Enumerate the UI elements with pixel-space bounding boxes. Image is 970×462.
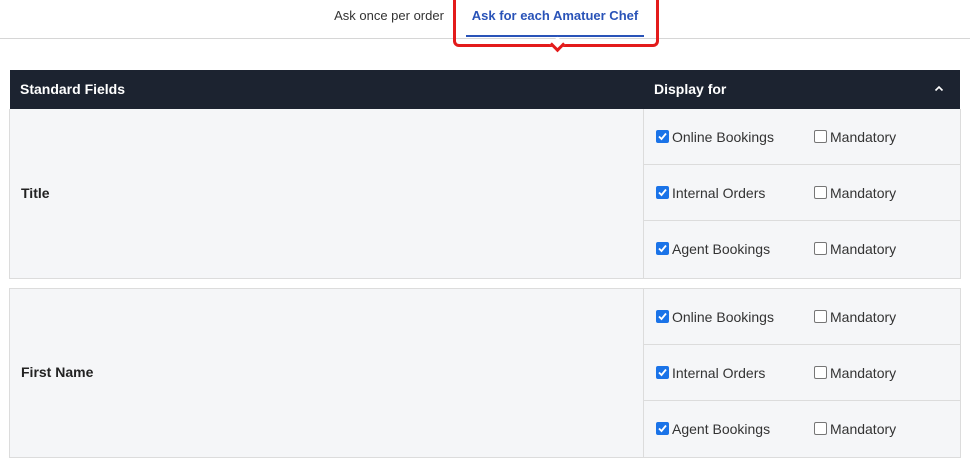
option-row-internal-orders: Internal Orders Mandatory [644, 345, 961, 401]
mandatory-label: Mandatory [830, 309, 897, 325]
internal-orders-checkbox[interactable] [656, 366, 669, 379]
field-name: First Name [21, 364, 94, 380]
mandatory-label: Mandatory [830, 241, 897, 257]
display-options: Online Bookings Mandatory Internal Order… [643, 109, 961, 278]
internal-orders-checkbox[interactable] [656, 186, 669, 199]
agent-bookings-checkbox[interactable] [656, 422, 669, 435]
agent-bookings-checkbox[interactable] [656, 242, 669, 255]
column-header-display-for: Display for [654, 81, 727, 97]
option-label: Agent Bookings [672, 421, 771, 437]
mandatory-checkbox[interactable] [814, 366, 827, 379]
option-row-agent-bookings: Agent Bookings Mandatory [644, 221, 961, 277]
option-label: Online Bookings [672, 129, 774, 145]
mandatory-checkbox[interactable] [814, 242, 827, 255]
mandatory-label: Mandatory [830, 365, 897, 381]
mandatory-label: Mandatory [830, 129, 897, 145]
mandatory-checkbox[interactable] [814, 186, 827, 199]
online-bookings-checkbox[interactable] [656, 130, 669, 143]
mandatory-checkbox[interactable] [814, 130, 827, 143]
option-label: Internal Orders [672, 185, 766, 201]
display-options: Online Bookings Mandatory Internal Order… [643, 289, 961, 457]
tab-ask-once-per-order[interactable]: Ask once per order [327, 0, 451, 37]
mandatory-checkbox[interactable] [814, 310, 827, 323]
field-row-first-name: First Name Online Bookings Mandatory Int… [9, 288, 961, 458]
table-header: Standard Fields Display for [10, 70, 960, 109]
option-row-online-bookings: Online Bookings Mandatory [644, 289, 961, 345]
chevron-up-icon[interactable] [932, 82, 946, 96]
option-label: Online Bookings [672, 309, 774, 325]
tab-bar: Ask once per order Ask for each Amatuer … [0, 0, 970, 47]
mandatory-label: Mandatory [830, 421, 897, 437]
option-row-online-bookings: Online Bookings Mandatory [644, 109, 961, 165]
option-row-agent-bookings: Agent Bookings Mandatory [644, 401, 961, 457]
option-label: Agent Bookings [672, 241, 771, 257]
field-name: Title [21, 185, 50, 201]
field-row-title: Title Online Bookings Mandatory Internal… [9, 109, 961, 279]
option-label: Internal Orders [672, 365, 766, 381]
online-bookings-checkbox[interactable] [656, 310, 669, 323]
tab-ask-for-each-chef[interactable]: Ask for each Amatuer Chef [466, 0, 644, 37]
column-header-standard-fields: Standard Fields [20, 81, 126, 97]
booking-fields-page: Ask once per order Ask for each Amatuer … [0, 0, 970, 462]
mandatory-label: Mandatory [830, 185, 897, 201]
mandatory-checkbox[interactable] [814, 422, 827, 435]
option-row-internal-orders: Internal Orders Mandatory [644, 165, 961, 221]
